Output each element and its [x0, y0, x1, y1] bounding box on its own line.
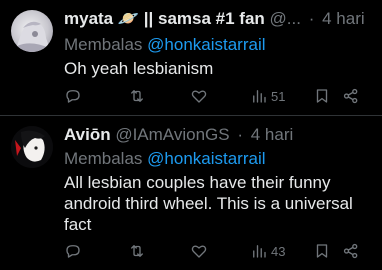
- views-button[interactable]: 43: [250, 241, 285, 261]
- reply-handle-link[interactable]: @honkaistarrail: [147, 149, 265, 168]
- reply-handle-link[interactable]: @honkaistarrail: [147, 35, 265, 54]
- handle[interactable]: @IAmAvionGS: [115, 125, 229, 144]
- separator-dot: ·: [237, 125, 243, 144]
- views-icon: [253, 245, 266, 258]
- display-name[interactable]: Aviōn: [64, 125, 111, 144]
- bookmark-button[interactable]: [313, 241, 331, 261]
- views-icon: [253, 90, 266, 103]
- share-button[interactable]: [342, 86, 360, 106]
- retweet-button[interactable]: [128, 86, 146, 106]
- tweet-header: myata 🪐 || samsa #1 fan @... · 4 hari: [64, 9, 374, 29]
- avatar-image: [15, 21, 51, 52]
- like-button[interactable]: [190, 86, 208, 106]
- handle[interactable]: @...: [270, 9, 301, 28]
- retweet-icon: [131, 245, 143, 257]
- display-name[interactable]: myata: [64, 9, 113, 28]
- tweet-text: Oh yeah lesbianism: [64, 59, 214, 78]
- avatar-image: [11, 126, 53, 168]
- like-icon: [191, 245, 207, 258]
- bookmark-icon: [316, 89, 328, 103]
- share-icon: [343, 88, 358, 104]
- views-count: 43: [271, 243, 286, 259]
- bookmark-button[interactable]: [313, 86, 331, 106]
- share-icon: [343, 243, 358, 259]
- tweet-header: Aviōn @IAmAvionGS · 4 hari: [64, 125, 374, 145]
- bookmark-icon: [316, 244, 328, 258]
- reply-context: Membalas @honkaistarrail: [64, 34, 266, 55]
- separator-dot: ·: [308, 9, 315, 28]
- reply-button[interactable]: [64, 241, 82, 261]
- reply-button[interactable]: [64, 86, 82, 106]
- like-button[interactable]: [190, 241, 208, 261]
- views-button[interactable]: 51: [250, 86, 285, 106]
- retweet-icon: [131, 90, 143, 102]
- avatar[interactable]: [11, 126, 53, 168]
- tweet-2[interactable]: Aviōn @IAmAvionGS · 4 hari Membalas @hon…: [0, 116, 382, 270]
- reply-icon: [66, 245, 80, 258]
- action-bar: 51: [64, 86, 364, 106]
- reply-icon: [66, 90, 80, 103]
- tweet-text: All lesbian couples have their funny and…: [64, 173, 353, 234]
- reply-prefix: Membalas: [64, 35, 143, 54]
- timestamp[interactable]: 4 hari: [322, 9, 365, 28]
- views-count: 51: [271, 88, 286, 104]
- timestamp[interactable]: 4 hari: [251, 125, 294, 144]
- retweet-button[interactable]: [128, 241, 146, 261]
- reply-context: Membalas @honkaistarrail: [64, 148, 266, 169]
- action-bar: 43: [64, 241, 364, 261]
- tweet-1[interactable]: myata 🪐 || samsa #1 fan @... · 4 hari Me…: [0, 0, 382, 115]
- reply-prefix: Membalas: [64, 149, 143, 168]
- avatar[interactable]: [11, 10, 53, 52]
- share-button[interactable]: [342, 241, 360, 261]
- display-name-suffix[interactable]: 🪐 || samsa #1 fan: [118, 9, 265, 28]
- like-icon: [191, 90, 207, 103]
